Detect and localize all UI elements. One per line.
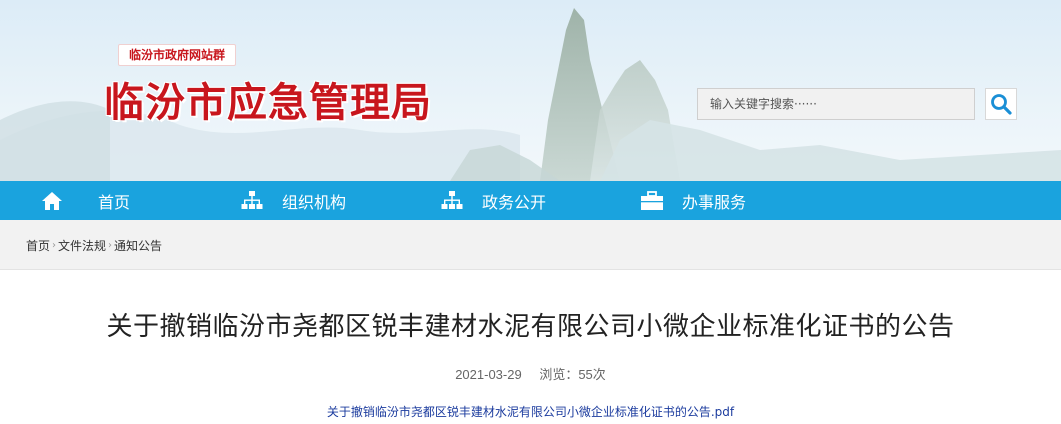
header-banner: 临汾市政府网站群 临汾市应急管理局 [0, 0, 1061, 181]
attachment-link[interactable]: 关于撤销临汾市尧都区锐丰建材水泥有限公司小微企业标准化证书的公告.pdf [0, 403, 1061, 420]
nav-item-organization[interactable]: 组织机构 [240, 181, 346, 220]
site-title[interactable]: 临汾市应急管理局 [104, 70, 432, 128]
nav-label: 组织机构 [282, 192, 347, 212]
article-meta: 2021-03-29 浏览：55次 [0, 364, 1061, 383]
home-icon [40, 189, 64, 213]
publish-date: 2021-03-29 [455, 367, 522, 382]
nav-item-government-affairs[interactable]: 政务公开 [440, 181, 546, 220]
view-count: 浏览：55次 [539, 367, 606, 382]
org-chart-icon [440, 189, 464, 213]
nav-label: 政务公开 [482, 192, 547, 212]
breadcrumb-regulations[interactable]: 文件法规 [58, 237, 106, 254]
breadcrumb-separator: › [52, 240, 57, 251]
nav-label: 首页 [98, 192, 131, 212]
search-button[interactable] [985, 88, 1017, 120]
org-chart-icon [240, 189, 264, 213]
article-title: 关于撤销临汾市尧都区锐丰建材水泥有限公司小微企业标准化证书的公告 [106, 312, 955, 342]
search-box[interactable] [697, 88, 975, 120]
breadcrumb-bar: 首页 › 文件法规 › 通知公告 [0, 220, 1061, 270]
site-group-tag[interactable]: 临汾市政府网站群 [118, 44, 237, 66]
nav-item-home[interactable]: 首页 [40, 181, 130, 220]
nav-item-services[interactable]: 办事服务 [640, 181, 746, 220]
breadcrumb-notices[interactable]: 通知公告 [114, 237, 162, 254]
breadcrumb: 首页 › 文件法规 › 通知公告 [26, 237, 162, 254]
briefcase-icon [640, 189, 664, 213]
nav-label: 办事服务 [682, 192, 747, 212]
main-nav: 首页 组织机构 政务公开 办事服务 [0, 181, 1061, 220]
search-input[interactable] [698, 89, 974, 119]
search-icon [991, 94, 1012, 115]
breadcrumb-home[interactable]: 首页 [26, 237, 50, 254]
breadcrumb-separator: › [108, 240, 113, 251]
